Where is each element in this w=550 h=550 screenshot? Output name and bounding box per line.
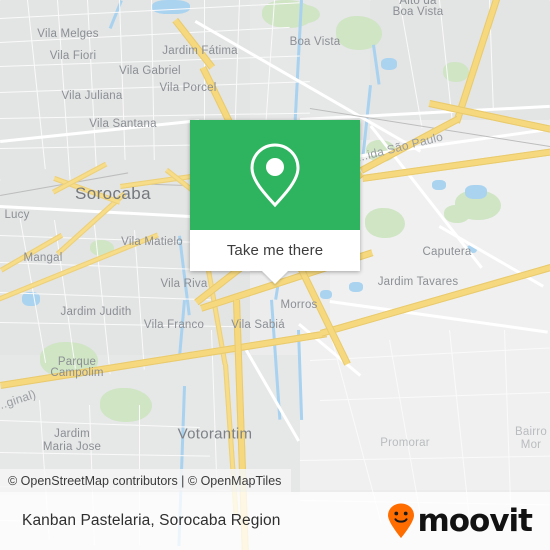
moovit-smiley-pin-icon — [388, 503, 415, 538]
water-body — [381, 58, 397, 70]
water-body — [432, 180, 446, 190]
water-body — [152, 0, 190, 14]
park-area — [365, 208, 405, 238]
water-body — [349, 282, 363, 292]
park-area — [444, 205, 470, 223]
take-me-there-button[interactable]: Take me there — [190, 230, 360, 271]
location-marker-card[interactable]: Take me there — [190, 120, 360, 284]
moovit-wordmark: moovit — [417, 502, 533, 539]
take-me-there-label: Take me there — [226, 242, 324, 259]
footer-bar: Kanban Pastelaria, Sorocaba Region moovi… — [0, 492, 550, 550]
park-area — [336, 16, 382, 50]
location-pin-icon — [250, 143, 300, 208]
place-title: Kanban Pastelaria, Sorocaba Region — [22, 512, 281, 529]
park-area — [100, 388, 152, 422]
map-attribution-bar: © OpenStreetMap contributors | © OpenMap… — [0, 469, 292, 492]
attribution-text[interactable]: © OpenStreetMap contributors | © OpenMap… — [8, 474, 281, 488]
map-screenshot: Vila Melges Vila Fiori Jardim Fátima Vila G… — [0, 0, 550, 550]
water-body — [320, 290, 332, 299]
park-area — [290, 5, 320, 23]
marker-card-pointer — [262, 271, 288, 284]
marker-card-header — [190, 120, 360, 230]
water-body — [465, 185, 487, 199]
moovit-logo[interactable]: moovit — [386, 502, 533, 539]
